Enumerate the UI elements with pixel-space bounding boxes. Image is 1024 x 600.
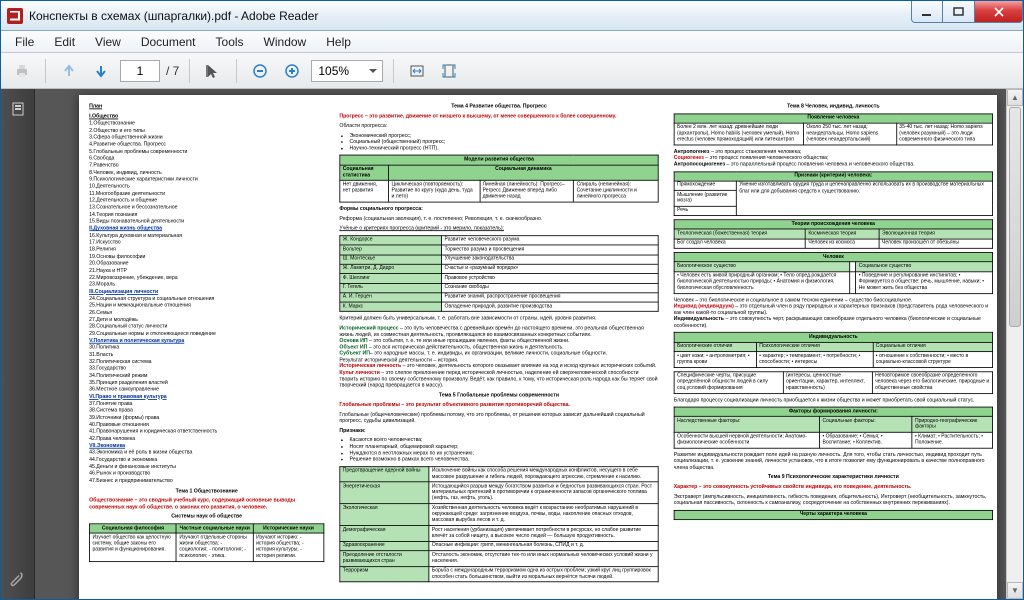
thumbnails-icon[interactable] (6, 97, 30, 121)
menu-file[interactable]: File (5, 33, 44, 51)
window-controls (911, 1, 1023, 30)
separator (45, 59, 46, 83)
theme4-title: Тема 4 Развитие общества. Прогресс (339, 103, 658, 109)
theme5-def: Глобальные проблемы – это результат объе… (339, 402, 570, 408)
next-page-button[interactable] (88, 58, 114, 84)
pdf-page: План I.Общество1.Обществознание2.Обществ… (79, 95, 997, 599)
zoom-value: 105% (318, 64, 349, 78)
theme1-table: Социальная философияЧастные социальные н… (89, 523, 324, 561)
fit-width-button[interactable] (404, 58, 430, 84)
menu-window[interactable]: Window (254, 33, 317, 51)
titlebar: Конспекты в схемах (шпаргалки).pdf - Ado… (1, 1, 1023, 31)
separator (189, 59, 190, 83)
minimize-button[interactable] (911, 1, 943, 23)
menu-help[interactable]: Help (316, 33, 361, 51)
theme8-indiv-table: Индивидуальность Биологические отличияПс… (674, 332, 993, 367)
page-number-input[interactable] (120, 60, 160, 82)
plan-heading: План (89, 103, 324, 109)
prev-page-button[interactable] (56, 58, 82, 84)
attachments-icon[interactable] (9, 571, 27, 589)
theme4-crit-note: Критерий должен быть универсальным, т. е… (339, 315, 658, 321)
theme8-factors-table: Факторы формирования личности: Наследств… (674, 407, 993, 449)
theme4-criteria-table: Ж. КондорсеРазвитие человеческого разума… (339, 235, 658, 312)
menu-tools[interactable]: Tools (206, 33, 254, 51)
maximize-button[interactable] (943, 1, 975, 23)
close-button[interactable] (975, 1, 1023, 23)
select-tool-button[interactable] (200, 58, 226, 84)
work-area: План I.Общество1.Обществознание2.Обществ… (1, 89, 1023, 599)
theme5-title: Тема 5 Глобальные проблемы современности (339, 392, 658, 398)
zoom-out-button[interactable] (247, 58, 273, 84)
theme1-title: Тема 1 Обществознание (89, 488, 324, 494)
theme4-def: Прогресс – это развитие, движение от низ… (339, 113, 616, 119)
zoom-in-button[interactable] (279, 58, 305, 84)
theme8-theories-table: Теории происхождения человека Теологичес… (674, 219, 993, 248)
theme5-signs-list: Касаются всего человечества;Носят планет… (339, 437, 658, 462)
app-icon (7, 8, 23, 24)
theme4-defs: Исторический процесс – это путь человече… (339, 325, 658, 389)
nav-panel (1, 89, 35, 599)
menubar: File Edit View Document Tools Window Hel… (1, 31, 1023, 53)
theme4-areas-head: Области прогресса: (339, 123, 658, 129)
toolbar: / 7 105% (1, 53, 1023, 89)
theme5-table: Предотвращение ядерной войныИсключение в… (339, 466, 658, 582)
page-count-label: / 7 (166, 64, 179, 78)
plan-list: I.Общество1.Обществознание2.Общество и е… (89, 113, 324, 484)
theme4-forms: Реформа (социальная эволюция), т. е. пос… (339, 216, 658, 222)
theme4-models-table: Модели развития общества Социальная стат… (339, 155, 658, 203)
theme4-areas-list: Экономический прогресс;Социальный (общес… (339, 133, 658, 152)
theme8-priznaki-table: Признаки (критерии) человека: Прямохожде… (674, 171, 993, 216)
document-viewer[interactable]: План I.Общество1.Обществознание2.Обществ… (35, 89, 1023, 599)
theme9-title: Тема 9 Психологические характеристики ли… (674, 474, 993, 480)
scroll-down-button[interactable]: ▼ (1007, 582, 1023, 599)
scroll-thumb[interactable] (1009, 107, 1021, 327)
theme5-def2: Глобальные (общечеловеческие) проблемы п… (339, 411, 658, 424)
theme8-defs: Антропогенез – это процесс становления ч… (674, 149, 993, 168)
theme4-crit-head: Учёные о критериях прогресса (критерий -… (339, 226, 658, 232)
vertical-scrollbar[interactable]: ▲ ▼ (1006, 89, 1023, 599)
theme8-title: Тема 8 Человек, индивид, личность (674, 103, 993, 109)
zoom-select[interactable]: 105% (311, 60, 383, 82)
separator (236, 59, 237, 83)
theme9-def2: Экстраверт (импульсивность, инициативнос… (674, 494, 993, 507)
menu-view[interactable]: View (85, 33, 131, 51)
theme9-traits-table: Черты характера человека (674, 510, 993, 520)
theme1-def: Обществознание – это сводный учебный кур… (89, 498, 324, 511)
print-button[interactable] (9, 58, 35, 84)
window-title: Конспекты в схемах (шпаргалки).pdf - Ado… (29, 9, 911, 23)
fit-page-button[interactable] (436, 58, 462, 84)
theme8-indiv-defs: Человек – это биологическое и социальное… (674, 297, 993, 329)
scroll-up-button[interactable]: ▲ (1007, 89, 1023, 106)
theme8-note: Благодаря процессу социализации личность… (674, 397, 993, 403)
menu-document[interactable]: Document (131, 33, 206, 51)
separator (393, 59, 394, 83)
theme1-sys-title: Системы наук об обществе (89, 514, 324, 520)
theme9-def: Характер – это совокупность устойчивых с… (674, 484, 912, 490)
menu-edit[interactable]: Edit (44, 33, 85, 51)
theme5-signs-head: Признаки: (339, 428, 658, 434)
theme8-fact-note: Развитие индивидуальности рождает поле и… (674, 452, 993, 471)
theme4-forms-head: Формы социального прогресса: (339, 206, 658, 212)
theme8-evolution-table: Появление человека Более 2 млн. лет наза… (674, 113, 993, 145)
theme8-soc-table: Человек Биологическое существоСоциальное… (674, 252, 993, 294)
theme8-spec-table: Специфические черты, присущие определённ… (674, 371, 993, 394)
